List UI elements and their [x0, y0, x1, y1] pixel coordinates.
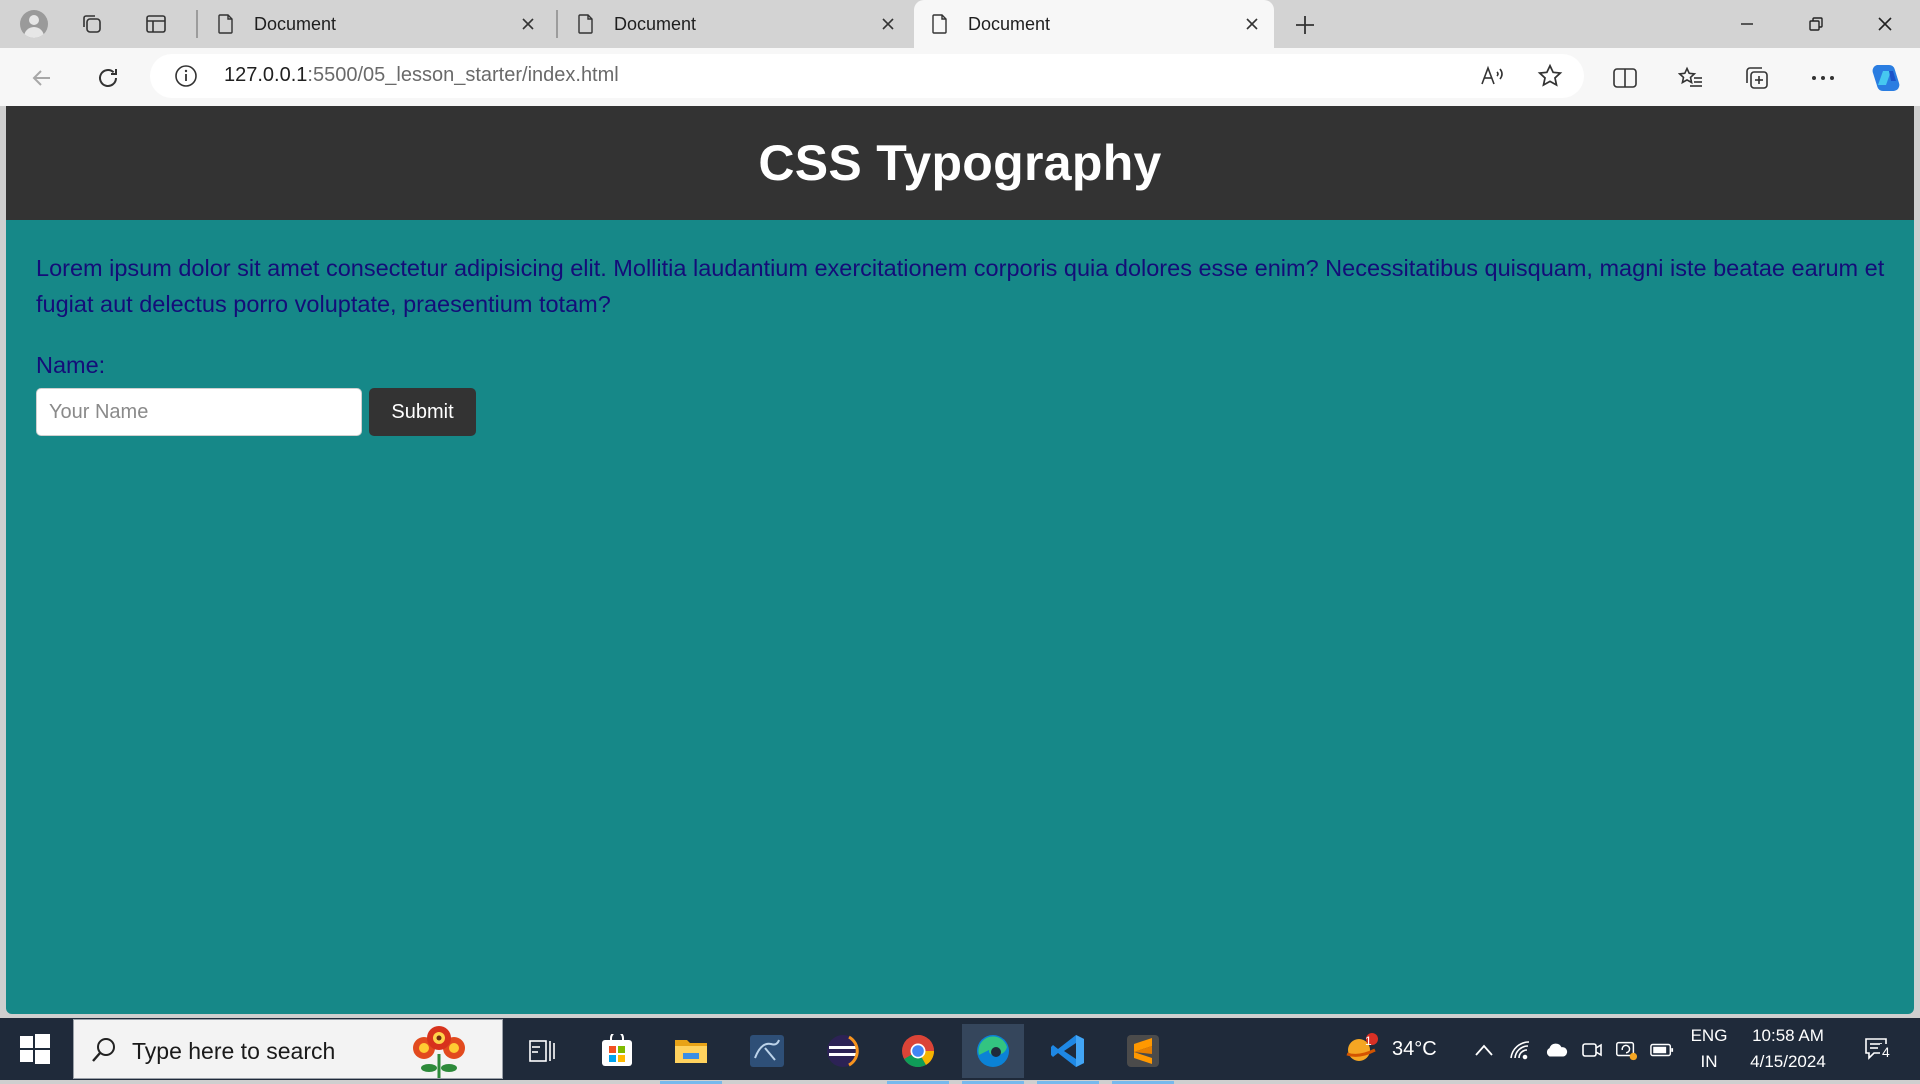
tab-separator: [556, 10, 558, 38]
update-status-icon[interactable]: [1614, 1038, 1638, 1062]
close-tab-icon[interactable]: [876, 12, 900, 36]
windows-start-icon[interactable]: [18, 1032, 52, 1066]
tab-document-1[interactable]: Document: [200, 0, 550, 48]
vertical-tabs-icon[interactable]: [140, 8, 172, 40]
restore-icon[interactable]: [1793, 6, 1839, 42]
search-icon: [92, 1038, 115, 1062]
page-viewport: CSS Typography Lorem ipsum dolor sit ame…: [6, 106, 1914, 1014]
document-icon: [932, 14, 947, 34]
lorem-paragraph: Lorem ipsum dolor sit amet consectetur a…: [36, 255, 1885, 317]
mysql-workbench-icon[interactable]: [736, 1024, 798, 1078]
show-hidden-icons-chevron-up-icon[interactable]: [1472, 1038, 1496, 1062]
favorites-icon[interactable]: [1673, 60, 1709, 96]
page-title: CSS Typography: [758, 135, 1162, 191]
tab-document-2[interactable]: Document: [560, 0, 910, 48]
url-path: :5500/05_lesson_starter/index.html: [307, 64, 619, 86]
tab-title: Document: [614, 13, 697, 34]
weather-sun-icon[interactable]: [1345, 1032, 1379, 1066]
search-placeholder: Type here to search: [132, 1038, 336, 1064]
wifi-icon[interactable]: [1508, 1038, 1532, 1062]
language-indicator[interactable]: ENG IN: [1686, 1018, 1732, 1080]
language-code: ENG: [1690, 1026, 1728, 1045]
split-screen-icon[interactable]: [1607, 60, 1643, 96]
chrome-icon[interactable]: [887, 1024, 949, 1084]
minimize-icon[interactable]: [1724, 6, 1770, 42]
collections-icon[interactable]: [1739, 60, 1775, 96]
microsoft-store-icon[interactable]: [586, 1024, 648, 1078]
address-bar[interactable]: 127.0.0.1:5500/05_lesson_starter/index.h…: [150, 54, 1584, 98]
sublime-text-icon[interactable]: [1112, 1024, 1174, 1084]
workspaces-icon[interactable]: [76, 8, 108, 40]
new-tab-plus-icon[interactable]: [1290, 10, 1320, 40]
profile-avatar-icon[interactable]: [18, 8, 50, 40]
browser-toolbar: 127.0.0.1:5500/05_lesson_starter/index.h…: [0, 48, 1920, 106]
back-arrow-icon[interactable]: [24, 60, 60, 96]
edge-icon[interactable]: [962, 1024, 1024, 1084]
url-text[interactable]: 127.0.0.1:5500/05_lesson_starter/index.h…: [224, 64, 619, 87]
site-info-icon[interactable]: [174, 64, 198, 88]
submit-button[interactable]: Submit: [369, 388, 476, 436]
tab-title: Document: [254, 13, 337, 34]
meet-now-icon[interactable]: [1580, 1038, 1604, 1062]
page-header: CSS Typography: [6, 106, 1914, 220]
browser-tab-strip: Document Document Document: [0, 0, 1920, 48]
copilot-icon[interactable]: [1868, 60, 1904, 96]
document-icon: [578, 14, 593, 34]
task-view-icon[interactable]: [510, 1024, 572, 1078]
tab-title: Document: [968, 13, 1051, 34]
refresh-icon[interactable]: [90, 60, 126, 96]
tab-document-3-active[interactable]: Document: [914, 0, 1274, 48]
close-tab-icon[interactable]: [1240, 12, 1264, 36]
file-explorer-icon[interactable]: [660, 1024, 722, 1084]
document-icon: [218, 14, 233, 34]
url-host: 127.0.0.1: [224, 64, 308, 86]
close-window-icon[interactable]: [1862, 6, 1908, 42]
battery-icon[interactable]: [1650, 1038, 1674, 1062]
favorite-star-icon[interactable]: [1536, 62, 1564, 90]
eclipse-icon[interactable]: [812, 1024, 874, 1078]
clock-date: 4/15/2024: [1750, 1052, 1826, 1071]
clock[interactable]: 10:58 AM 4/15/2024: [1740, 1018, 1836, 1080]
clock-time: 10:58 AM: [1752, 1026, 1824, 1045]
weather-badge: 1: [1365, 1034, 1372, 1048]
name-label: Name:: [36, 352, 106, 378]
name-input[interactable]: [36, 388, 362, 436]
more-options-icon[interactable]: [1805, 60, 1841, 96]
notification-count: 4: [1880, 1044, 1892, 1060]
region-code: IN: [1700, 1052, 1718, 1071]
tab-separator: [196, 10, 198, 38]
onedrive-cloud-icon[interactable]: [1544, 1038, 1568, 1062]
search-highlight-flower-icon: [413, 1026, 465, 1078]
taskbar-search-box[interactable]: Type here to search: [73, 1019, 503, 1079]
weather-temperature[interactable]: 34°C: [1392, 1018, 1437, 1080]
vscode-icon[interactable]: [1037, 1024, 1099, 1084]
windows-taskbar: Type here to search 1 34°C ENG IN 10:58 …: [0, 1018, 1920, 1084]
read-aloud-icon[interactable]: [1478, 62, 1506, 90]
close-tab-icon[interactable]: [516, 12, 540, 36]
